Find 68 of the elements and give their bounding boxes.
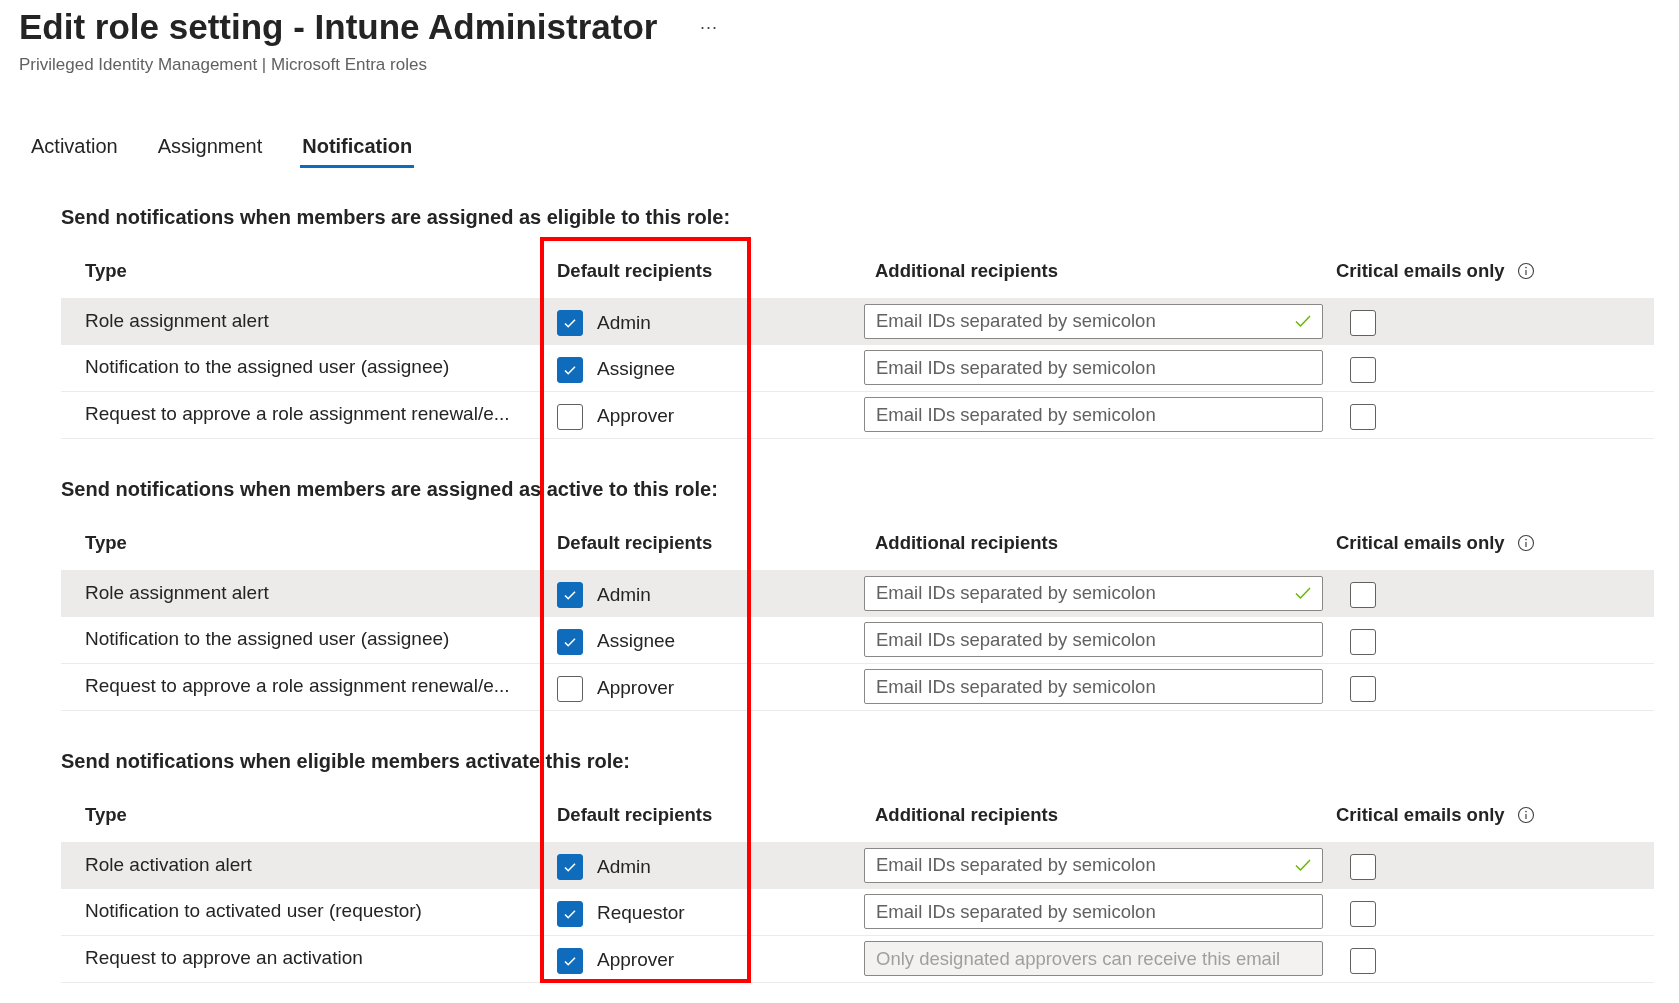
type-label: Notification to the assigned user (assignee) — [85, 628, 450, 650]
info-icon[interactable] — [1516, 806, 1535, 824]
checkbox-label: Approver — [597, 676, 675, 701]
column-header: Type — [85, 532, 127, 554]
column-header: Default recipients — [557, 532, 713, 554]
email-input-field[interactable]: Email IDs separated by semicolon — [864, 669, 1323, 704]
breadcrumb-subtitle: Privileged Identity Management | Microsoft Entra roles — [19, 54, 428, 76]
highlighted-row[interactable]: Role assignment alert Admin Email IDs separated by semicolon — [61, 297, 1654, 345]
column-header: Additional recipients — [875, 804, 1058, 826]
type-label: Request to approve an activation — [85, 947, 363, 969]
highlighted-row[interactable]: Role activation alert Admin Email IDs separated by semicolon — [61, 841, 1654, 889]
checkbox-label: Admin — [597, 310, 651, 335]
email-input-field[interactable]: Email IDs separated by semicolon — [864, 894, 1323, 929]
column-header: Critical emails only — [1336, 531, 1505, 556]
page-title: Edit role setting - Intune Administrator — [19, 6, 658, 48]
checkbox[interactable] — [1350, 582, 1376, 608]
email-input-field[interactable]: Email IDs separated by semicolon — [864, 397, 1323, 432]
checkbox-label: Assignee — [597, 357, 676, 382]
email-input-field[interactable]: Email IDs separated by semicolon — [864, 622, 1323, 657]
type-label: Request to approve a role assignment renewal/e... — [85, 403, 510, 425]
tab[interactable]: Assignment — [155, 127, 265, 168]
type-label: Notification to the assigned user (assignee) — [85, 356, 450, 378]
checkbox[interactable] — [557, 356, 583, 383]
checkbox-label: Approver — [597, 404, 675, 429]
checkbox[interactable] — [557, 310, 583, 336]
type-label: Role assignment alert — [85, 581, 269, 603]
info-icon[interactable] — [1516, 534, 1535, 552]
tab[interactable]: Notification — [300, 127, 415, 168]
info-icon[interactable] — [1516, 262, 1535, 280]
column-header: Additional recipients — [875, 260, 1058, 282]
checkbox-label: Admin — [597, 582, 651, 607]
checkbox-label: Assignee — [597, 629, 676, 654]
checkbox[interactable] — [1350, 675, 1376, 702]
email-input-field[interactable]: Email IDs separated by semicolon — [864, 350, 1323, 385]
type-label: Notification to activated user (requestor) — [85, 900, 422, 922]
section-heading: Send notifications when members are assigned as eligible to this role: — [61, 204, 732, 230]
checkbox[interactable] — [557, 628, 583, 655]
checkbox[interactable] — [557, 582, 583, 608]
highlighted-row[interactable]: Role assignment alert Admin Email IDs separated by semicolon — [61, 569, 1654, 617]
section-heading: Send notifications when eligible members activate this role: — [61, 748, 632, 774]
tab[interactable]: Activation — [29, 127, 120, 168]
checkbox[interactable] — [1350, 900, 1376, 927]
column-header: Type — [85, 804, 127, 826]
checkbox[interactable] — [1350, 403, 1376, 430]
checkbox-label: Admin — [597, 854, 651, 879]
type-label: Role activation alert — [85, 853, 252, 875]
checkbox[interactable] — [557, 675, 583, 702]
checkbox-label: Requestor — [597, 901, 685, 926]
column-header: Default recipients — [557, 804, 713, 826]
email-input-field[interactable]: Email IDs separated by semicolon — [864, 303, 1323, 339]
column-header: Critical emails only — [1336, 259, 1505, 284]
column-header: Type — [85, 260, 127, 282]
checkbox[interactable] — [1350, 854, 1376, 880]
column-header: Default recipients — [557, 260, 713, 282]
checkbox[interactable] — [557, 403, 583, 430]
email-input-field[interactable]: Email IDs separated by semicolon — [864, 847, 1323, 883]
checkbox[interactable] — [1350, 310, 1376, 336]
column-header: Additional recipients — [875, 532, 1058, 554]
checkbox-label: Approver — [597, 948, 675, 973]
email-input-field[interactable]: Email IDs separated by semicolon — [864, 575, 1323, 611]
checkbox[interactable] — [557, 900, 583, 927]
type-label: Role assignment alert — [85, 309, 269, 331]
more-button[interactable]: ··· — [695, 13, 722, 41]
checkbox[interactable] — [1350, 356, 1376, 383]
checkbox[interactable] — [1350, 628, 1376, 655]
column-header: Critical emails only — [1336, 803, 1505, 828]
checkbox[interactable] — [557, 854, 583, 880]
type-label: Request to approve a role assignment renewal/e... — [85, 675, 510, 697]
